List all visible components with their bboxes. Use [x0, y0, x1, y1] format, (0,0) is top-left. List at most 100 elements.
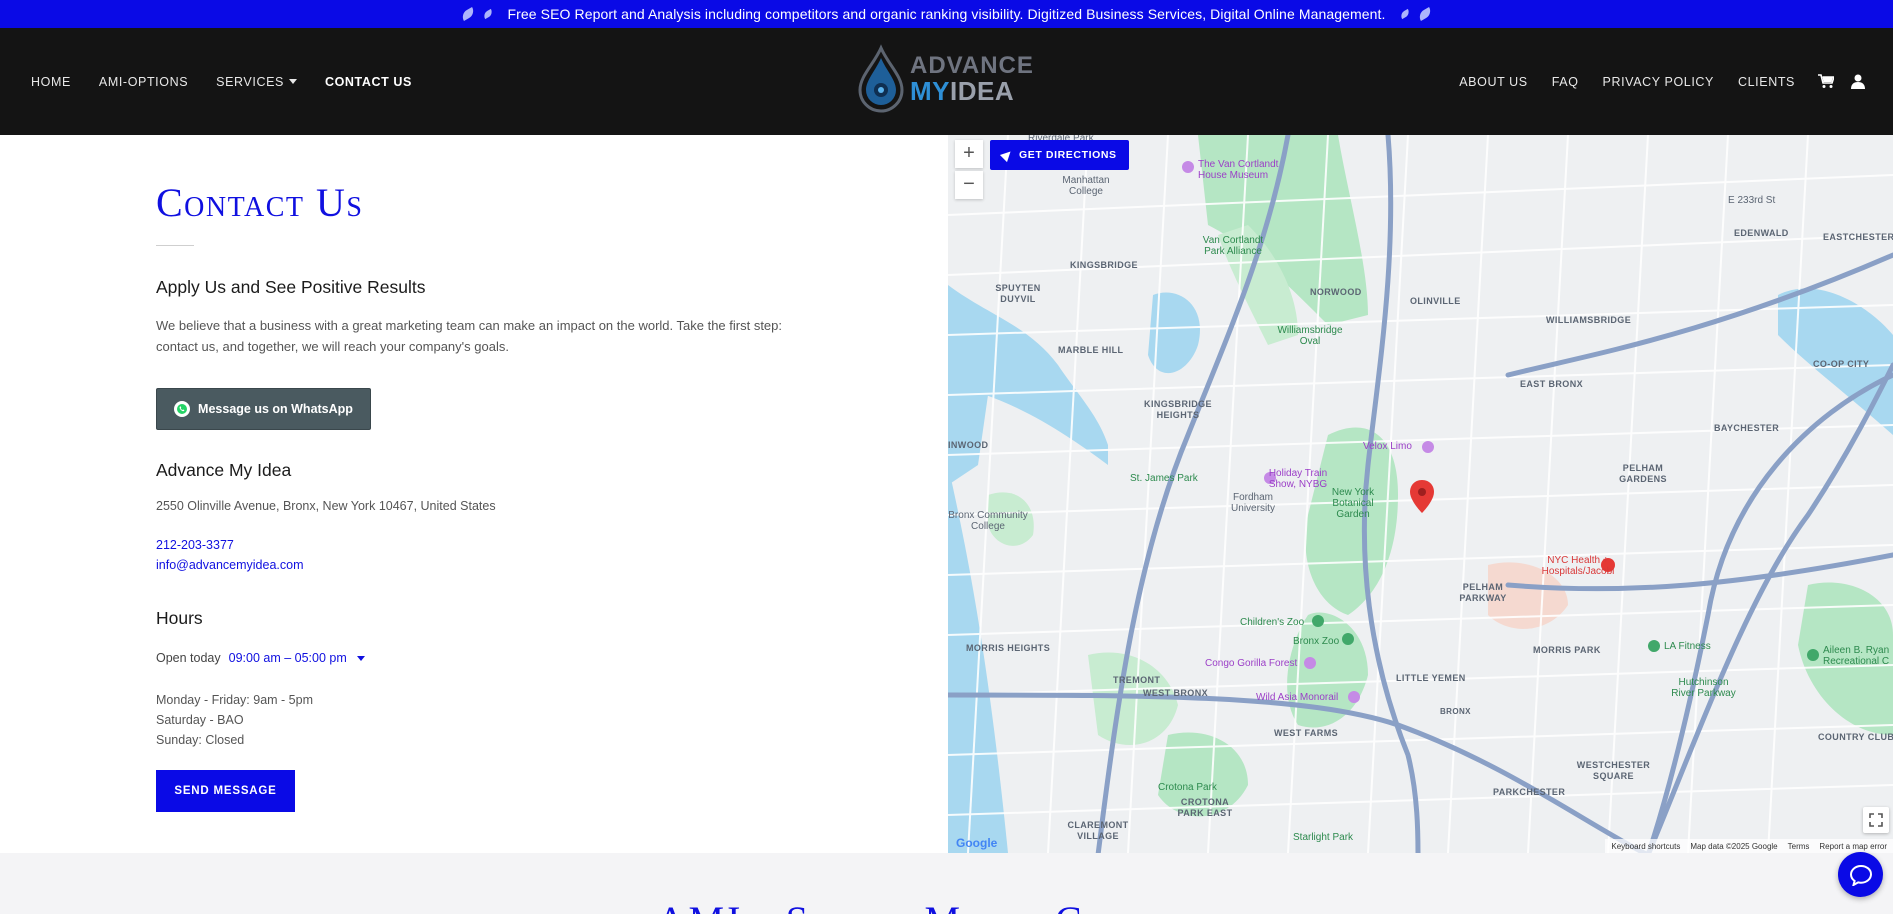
map-label: KINGSBRIDGE HEIGHTS — [1144, 399, 1212, 420]
map-label: Wild Asia Monorail — [1256, 692, 1339, 703]
map-label: The Van Cortlandt House Museum — [1198, 159, 1279, 181]
logo-line-2: MYIDEA — [910, 78, 1034, 104]
leaf-icon — [1398, 8, 1411, 20]
map-label: Congo Gorilla Forest — [1205, 658, 1298, 669]
map-label: LA Fitness — [1664, 641, 1711, 652]
google-logo: Google — [956, 836, 997, 850]
nav-privacy-policy[interactable]: PRIVACY POLICY — [1603, 75, 1714, 89]
social-section: AMI - Social Media Channels — [0, 853, 1893, 914]
send-message-button[interactable]: SEND MESSAGE — [156, 770, 295, 812]
map-label: WILLIAMSBRIDGE — [1546, 315, 1632, 325]
map-label: OLINVILLE — [1410, 296, 1461, 306]
nav-home[interactable]: HOME — [31, 75, 71, 89]
hours-line: Saturday - BAO — [156, 713, 244, 727]
announcement-bar: Free SEO Report and Analysis including c… — [0, 0, 1893, 28]
map-label: NYC Health + Hospitals/Jacobi — [1541, 555, 1615, 577]
google-logo-text: Google — [956, 836, 998, 850]
map-label: E 233rd St — [1728, 195, 1776, 206]
leaf-icon — [1416, 7, 1433, 21]
map-label: Hutchinson River Parkway — [1671, 677, 1736, 699]
phone-link[interactable]: 212-203-3377 — [156, 538, 234, 552]
nav-left: HOME AMI-OPTIONS SERVICES CONTACT US — [31, 28, 440, 135]
logo-wordmark: ADVANCE MYIDEA — [910, 52, 1034, 105]
contact-section: Contact Us Apply Us and See Positive Res… — [0, 135, 948, 853]
keyboard-shortcuts-link[interactable]: Keyboard shortcuts — [1611, 842, 1680, 851]
title-divider — [156, 245, 194, 246]
map-label: Children's Zoo — [1240, 617, 1305, 628]
map-label: PARKCHESTER — [1493, 787, 1566, 797]
map-label: CLAREMONT VILLAGE — [1067, 820, 1129, 841]
map-label: Van Cortlandt Park Alliance — [1202, 235, 1264, 257]
nav-services-label: SERVICES — [216, 74, 284, 89]
navigation-arrow-icon — [999, 147, 1015, 163]
zoom-out-button[interactable]: − — [955, 171, 983, 199]
map-label: NORWOOD — [1310, 287, 1362, 297]
map-label: WESTCHESTER SQUARE — [1576, 760, 1651, 781]
map-label: Williamsbridge Oval — [1277, 325, 1343, 347]
get-directions-label: GET DIRECTIONS — [1019, 149, 1117, 161]
company-name: Advance My Idea — [156, 460, 292, 480]
whatsapp-label: Message us on WhatsApp — [198, 402, 353, 416]
map-data-credit: Map data ©2025 Google — [1690, 841, 1778, 851]
location-pin-icon — [1410, 480, 1434, 513]
map-label: MORRIS HEIGHTS — [966, 643, 1051, 653]
google-map[interactable]: Riverdale Park The Van Cortlandt House M… — [948, 135, 1893, 853]
user-icon[interactable] — [1849, 73, 1867, 91]
get-directions-button[interactable]: GET DIRECTIONS — [990, 140, 1129, 170]
nav-faq[interactable]: FAQ — [1552, 75, 1579, 89]
logo-idea: IDEA — [950, 76, 1015, 106]
terms-link[interactable]: Terms — [1788, 842, 1810, 851]
map-label: PELHAM GARDENS — [1619, 463, 1667, 484]
map-label: EDENWALD — [1734, 228, 1789, 238]
map-label: New York Botanical Garden — [1331, 487, 1375, 520]
announcement-text: Free SEO Report and Analysis including c… — [507, 6, 1386, 22]
whatsapp-button[interactable]: Message us on WhatsApp — [156, 388, 371, 430]
nav-services[interactable]: SERVICES — [216, 75, 297, 89]
map-label: CO-OP CITY — [1813, 359, 1870, 369]
nav-about-us[interactable]: ABOUT US — [1459, 75, 1527, 89]
map-label: INWOOD — [948, 440, 989, 450]
logo-line-1: ADVANCE — [910, 52, 1034, 79]
hours-dropdown[interactable]: 09:00 am – 05:00 pm — [229, 651, 365, 665]
cart-icon[interactable] — [1817, 73, 1835, 91]
fullscreen-icon[interactable] — [1863, 807, 1889, 833]
map-base-layer — [948, 135, 1893, 853]
map-label: MORRIS PARK — [1533, 645, 1601, 655]
map-label: Bronx Community College — [948, 510, 1028, 532]
contact-intro: We believe that a business with a great … — [156, 318, 783, 354]
map-label: EASTCHESTER — [1823, 232, 1893, 242]
site-header: HOME AMI-OPTIONS SERVICES CONTACT US ADV… — [0, 28, 1893, 135]
page-title: Contact Us — [156, 180, 364, 225]
map-label: Manhattan College — [1062, 175, 1110, 197]
map-label: CROTONA PARK EAST — [1177, 797, 1233, 818]
open-today-label: Open today — [156, 651, 221, 665]
map-label: Velox Limo — [1363, 441, 1412, 452]
report-error-link[interactable]: Report a map error — [1819, 842, 1887, 851]
hours-line: Sunday: Closed — [156, 733, 245, 747]
map-label: MARBLE HILL — [1058, 345, 1124, 355]
chat-bubble-icon[interactable] — [1838, 852, 1883, 897]
email-link[interactable]: info@advancemyidea.com — [156, 558, 304, 572]
map-label: WEST FARMS — [1274, 728, 1338, 738]
map-label: COUNTRY CLUB — [1818, 732, 1893, 742]
logo-my: MY — [910, 76, 950, 106]
map-label: SPUYTEN DUYVIL — [995, 283, 1041, 304]
chevron-down-icon — [288, 79, 297, 84]
open-today-row: Open today 09:00 am – 05:00 pm — [156, 651, 365, 665]
nav-ami-options[interactable]: AMI-OPTIONS — [99, 75, 188, 89]
company-address: 2550 Olinville Avenue, Bronx, New York 1… — [156, 499, 496, 513]
leaf-icon — [460, 7, 477, 21]
social-section-title: AMI - Social Media Channels — [0, 897, 1893, 914]
map-label: LITTLE YEMEN — [1396, 673, 1466, 683]
site-logo[interactable]: ADVANCE MYIDEA — [856, 42, 1038, 116]
nav-right: ABOUT US FAQ PRIVACY POLICY CLIENTS — [1435, 28, 1867, 135]
nav-contact-us[interactable]: CONTACT US — [325, 75, 412, 89]
whatsapp-icon — [174, 401, 191, 417]
zoom-in-button[interactable]: + — [955, 140, 983, 168]
map-label: Crotona Park — [1158, 782, 1217, 793]
leaf-icon — [482, 8, 495, 20]
map-label: EAST BRONX — [1520, 379, 1584, 389]
nav-clients[interactable]: CLIENTS — [1738, 75, 1795, 89]
map-footer: Keyboard shortcuts Map data ©2025 Google… — [1605, 839, 1893, 853]
hours-heading: Hours — [156, 608, 203, 628]
